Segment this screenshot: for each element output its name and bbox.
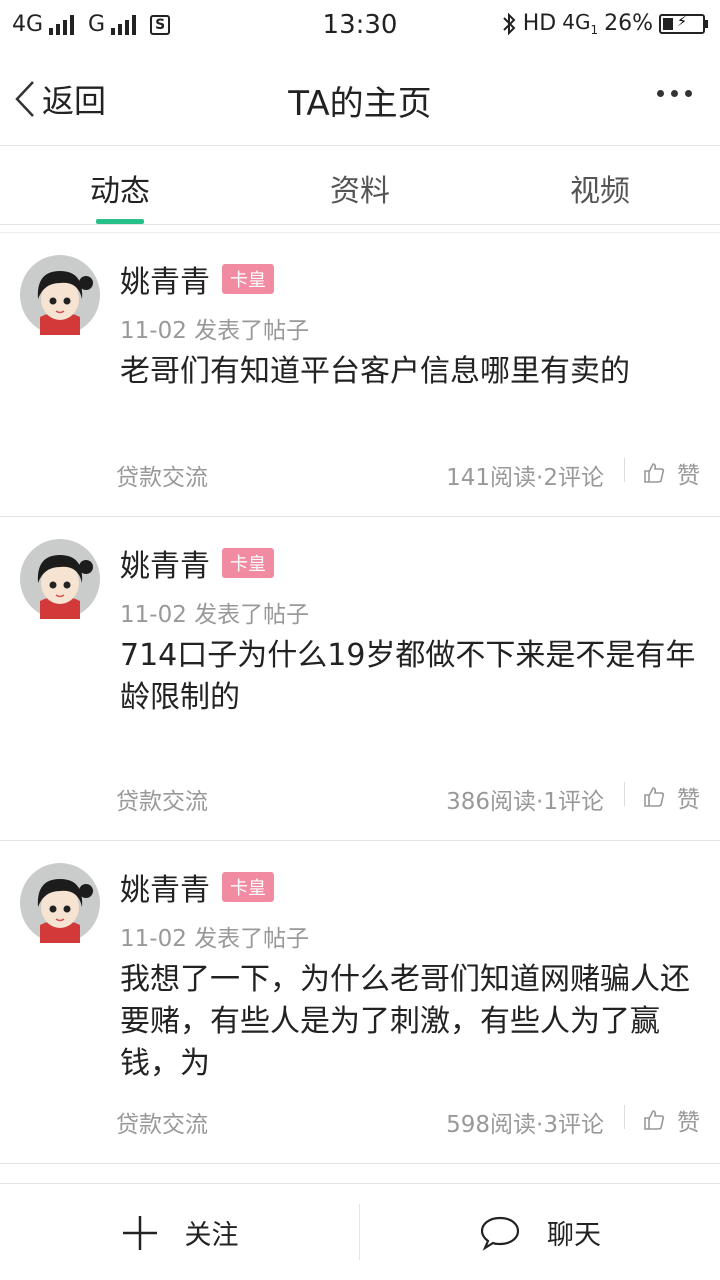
author-name[interactable]: 姚青青: [120, 541, 210, 585]
post-text[interactable]: 老哥们有知道平台客户信息哪里有卖的: [120, 351, 700, 393]
more-dots-icon[interactable]: [657, 90, 692, 97]
avatar[interactable]: [20, 539, 100, 619]
back-button[interactable]: 返回: [14, 76, 106, 122]
post-category[interactable]: 贷款交流: [116, 1105, 208, 1139]
avatar[interactable]: [20, 255, 100, 335]
post-footer: 贷款交流 386阅读·1评论 赞: [0, 780, 720, 815]
user-badge: 卡皇: [222, 872, 274, 902]
like-button[interactable]: 赞: [643, 1103, 700, 1137]
user-badge: 卡皇: [222, 548, 274, 578]
post-card[interactable]: 姚青青 卡皇 11-02 发表了帖子 714口子为什么19岁都做不下来是不是有年…: [0, 517, 720, 841]
post-footer: 贷款交流 598阅读·3评论 赞: [0, 1103, 720, 1138]
post-card[interactable]: 姚青青 卡皇 11-02 发表了帖子 老哥们有知道平台客户信息哪里有卖的 贷款交…: [0, 233, 720, 517]
tab-label: 视频: [570, 174, 630, 209]
thumbs-up-icon: [644, 1110, 665, 1130]
post-stats: 386阅读·1评论: [446, 789, 604, 815]
back-label: 返回: [42, 82, 107, 120]
chat-button[interactable]: 聊天: [360, 1184, 720, 1280]
post-stats: 598阅读·3评论: [446, 1112, 604, 1138]
chat-label: 聊天: [547, 1220, 601, 1251]
post-card[interactable]: 姚青青 卡皇 11-02 发表了帖子 我想了一下，为什么老哥们知道网赌骗人还要赌…: [0, 841, 720, 1164]
post-meta: 11-02 发表了帖子: [120, 318, 310, 344]
hd-label: HD: [522, 11, 557, 36]
author-row: 姚青青 卡皇: [120, 541, 274, 585]
avatar[interactable]: [20, 863, 100, 943]
header: 返回 TA的主页: [0, 50, 720, 145]
divider: [624, 458, 625, 482]
follow-button[interactable]: 关注: [0, 1184, 359, 1280]
like-button[interactable]: 赞: [643, 780, 700, 814]
post-category[interactable]: 贷款交流: [116, 782, 208, 816]
divider: [624, 1105, 625, 1129]
post-footer: 贷款交流 141阅读·2评论 赞: [0, 456, 720, 491]
battery-charging-icon: ⚡: [659, 13, 708, 34]
tab-bar: 动态 资料 视频: [0, 145, 720, 225]
user-badge: 卡皇: [222, 264, 274, 294]
bottom-action-bar: 关注 聊天: [0, 1183, 720, 1280]
tab-label: 动态: [90, 174, 150, 209]
tab-dynamics[interactable]: 动态: [0, 146, 240, 224]
author-row: 姚青青 卡皇: [120, 257, 274, 301]
tab-videos[interactable]: 视频: [480, 146, 720, 224]
page-title: TA的主页: [288, 84, 432, 124]
network-label-3: 4G1: [562, 10, 599, 37]
author-name[interactable]: 姚青青: [120, 865, 210, 909]
post-text[interactable]: 我想了一下，为什么老哥们知道网赌骗人还要赌，有些人是为了刺激，有些人为了赢钱，为: [120, 959, 700, 1085]
like-label: 赞: [677, 1110, 700, 1136]
author-name[interactable]: 姚青青: [120, 257, 210, 301]
like-label: 赞: [677, 463, 700, 489]
post-category[interactable]: 贷款交流: [116, 458, 208, 492]
thumbs-up-icon: [644, 787, 665, 807]
post-meta: 11-02 发表了帖子: [120, 602, 310, 628]
author-row: 姚青青 卡皇: [120, 865, 274, 909]
chat-bubble-icon: [480, 1216, 520, 1251]
like-label: 赞: [677, 787, 700, 813]
chevron-left-icon: [15, 81, 34, 117]
follow-label: 关注: [184, 1220, 239, 1251]
status-right: HD 4G1 26% ⚡: [501, 10, 708, 37]
tab-active-indicator: [96, 219, 144, 224]
like-button[interactable]: 赞: [643, 456, 700, 490]
thumbs-up-icon: [644, 463, 665, 483]
battery-percent: 26%: [604, 11, 653, 36]
status-bar: 4G G S 13:30 HD 4G1 26% ⚡: [0, 0, 720, 50]
post-stats: 141阅读·2评论: [446, 465, 604, 491]
post-feed: 姚青青 卡皇 11-02 发表了帖子 老哥们有知道平台客户信息哪里有卖的 贷款交…: [0, 232, 720, 1164]
divider: [624, 782, 625, 806]
post-text[interactable]: 714口子为什么19岁都做不下来是不是有年龄限制的: [120, 635, 700, 719]
plus-icon: [122, 1215, 157, 1250]
tab-label: 资料: [330, 174, 390, 209]
tab-profile[interactable]: 资料: [240, 146, 480, 224]
bluetooth-icon: [503, 12, 516, 35]
post-meta: 11-02 发表了帖子: [120, 926, 310, 952]
